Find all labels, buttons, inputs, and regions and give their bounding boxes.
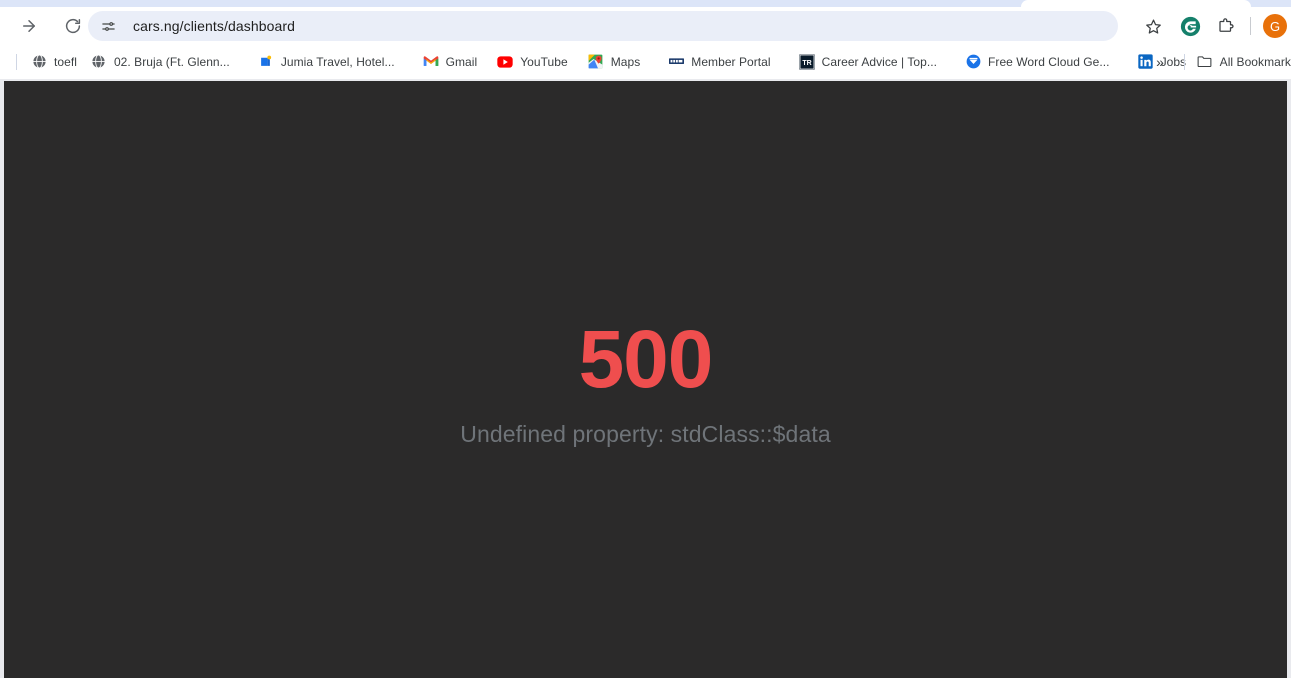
- bookmark-label: Gmail: [445, 54, 478, 69]
- bookmark-label: Free Word Cloud Ge...: [988, 54, 1110, 69]
- bookmark-item-maps[interactable]: Maps: [581, 50, 648, 74]
- bookmarks-divider: [16, 54, 17, 70]
- address-bar[interactable]: cars.ng/clients/dashboard: [88, 11, 1118, 41]
- bookmark-label: Maps: [610, 54, 641, 69]
- browser-toolbar: cars.ng/clients/dashboard G: [0, 7, 1291, 44]
- tab-strip: [0, 0, 1291, 7]
- svg-text:TR: TR: [802, 60, 811, 67]
- site-settings-sliders-icon[interactable]: [97, 15, 119, 37]
- forward-arrow-icon[interactable]: [14, 11, 44, 41]
- bookmarks-overflow-button[interactable]: »: [1149, 52, 1171, 72]
- bookmark-item-word-cloud[interactable]: Free Word Cloud Ge...: [958, 50, 1117, 74]
- reload-icon[interactable]: [58, 11, 88, 41]
- word-cloud-icon: [965, 54, 981, 70]
- google-maps-icon: [588, 54, 604, 70]
- browser-window: cars.ng/clients/dashboard G toefl 02. Br…: [0, 0, 1291, 678]
- browser-tab[interactable]: [1021, 0, 1251, 7]
- bookmark-star-icon[interactable]: [1141, 14, 1165, 38]
- bookmark-item-bruja[interactable]: 02. Bruja (Ft. Glenn...: [84, 50, 237, 74]
- bookmark-item-member-portal[interactable]: Member Portal: [661, 50, 777, 74]
- youtube-icon: [497, 54, 513, 70]
- bookmarks-divider-right: [1184, 54, 1185, 70]
- folder-icon: [1197, 54, 1213, 70]
- globe-icon: [91, 54, 107, 70]
- bookmarks-list: toefl 02. Bruja (Ft. Glenn... Jumia Trav…: [24, 44, 1193, 79]
- bookmark-item-gmail[interactable]: Gmail: [416, 50, 485, 74]
- bookmark-label: Member Portal: [691, 54, 771, 69]
- bookmark-label: toefl: [54, 54, 77, 69]
- all-bookmarks-label: All Bookmarks: [1219, 54, 1291, 69]
- all-bookmarks-button[interactable]: All Bookmarks: [1191, 50, 1291, 73]
- jumia-icon: [258, 54, 274, 70]
- error-status-code: 500: [578, 314, 714, 405]
- member-portal-icon: [668, 54, 684, 70]
- bookmark-label: 02. Bruja (Ft. Glenn...: [113, 54, 230, 69]
- globe-icon: [31, 54, 47, 70]
- bookmark-item-jumia-travel[interactable]: Jumia Travel, Hotel...: [251, 50, 402, 74]
- grammarly-extension-icon[interactable]: [1179, 15, 1201, 37]
- bookmark-item-toefl[interactable]: toefl: [24, 50, 84, 74]
- bookmark-item-youtube[interactable]: YouTube: [490, 50, 575, 74]
- toolbar-divider: [1250, 17, 1251, 35]
- the-review-icon: TR: [798, 53, 815, 70]
- bookmark-item-career-advice[interactable]: TR Career Advice | Top...: [792, 50, 944, 74]
- avatar[interactable]: G: [1263, 14, 1287, 38]
- gmail-icon: [423, 54, 439, 70]
- error-message: Undefined property: stdClass::$data: [460, 421, 831, 447]
- bookmark-label: Career Advice | Top...: [821, 54, 938, 69]
- bookmark-label: Jumia Travel, Hotel...: [280, 54, 395, 69]
- bookmarks-bar: toefl 02. Bruja (Ft. Glenn... Jumia Trav…: [0, 44, 1291, 79]
- bookmark-label: YouTube: [520, 54, 568, 69]
- extensions-puzzle-icon[interactable]: [1215, 15, 1237, 37]
- apps-shortcut-icon[interactable]: [0, 54, 10, 68]
- page-viewport: 500 Undefined property: stdClass::$data: [0, 79, 1291, 678]
- address-bar-url[interactable]: cars.ng/clients/dashboard: [133, 18, 295, 34]
- error-page: 500 Undefined property: stdClass::$data: [4, 81, 1287, 678]
